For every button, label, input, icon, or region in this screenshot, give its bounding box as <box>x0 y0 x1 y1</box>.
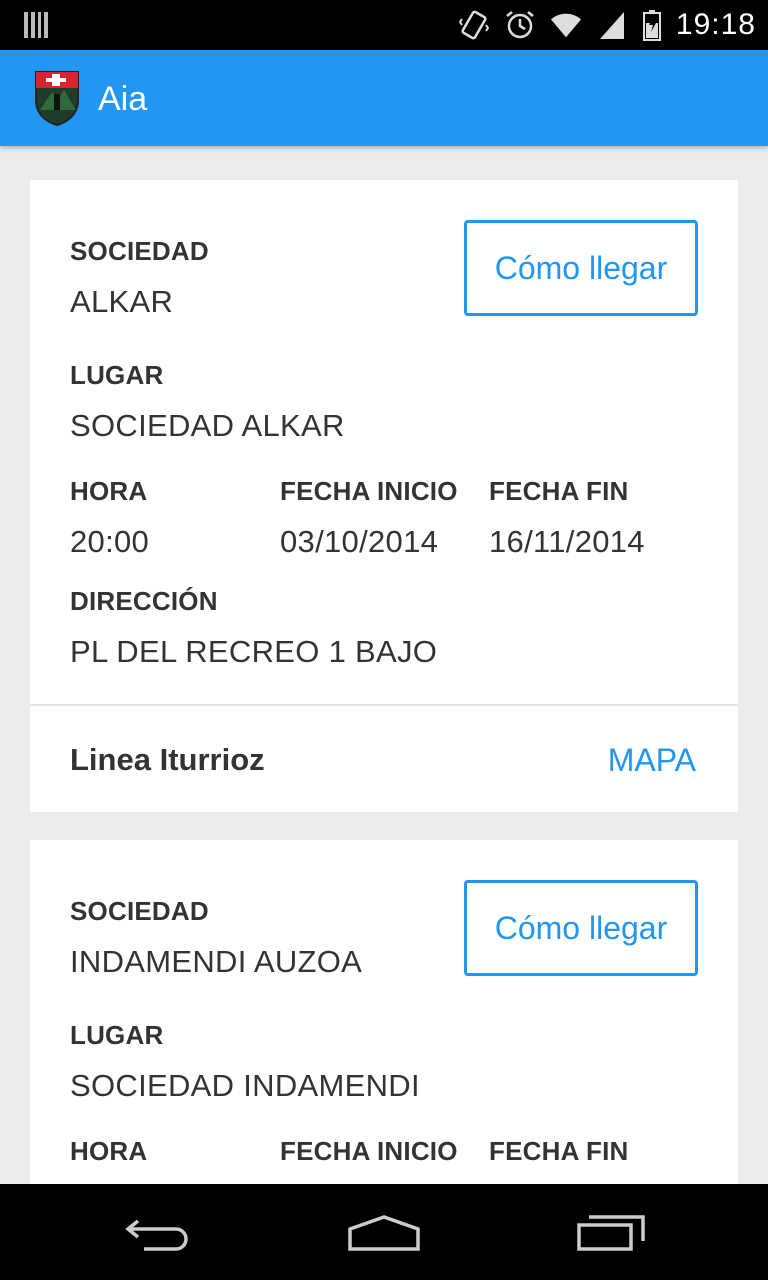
fecha-fin-label: FECHA FIN <box>489 476 629 506</box>
sociedad-label: SOCIEDAD <box>70 896 209 926</box>
fecha-inicio-value: 03/10/2014 <box>280 524 439 559</box>
status-icons: 19:18 <box>458 8 756 42</box>
back-icon[interactable] <box>114 1208 204 1258</box>
como-llegar-button[interactable]: Cómo llegar <box>464 880 698 976</box>
storage-icon <box>24 12 48 38</box>
mapa-button[interactable]: MAPA <box>608 742 696 779</box>
app-bar: Aia <box>0 50 768 146</box>
fecha-inicio-label: FECHA INICIO <box>280 476 458 506</box>
lugar-value: SOCIEDAD ALKAR <box>70 408 345 443</box>
lugar-label: LUGAR <box>70 1020 164 1050</box>
wifi-icon <box>550 9 582 41</box>
vibrate-icon <box>458 9 490 41</box>
hora-value: 20:00 <box>70 524 150 559</box>
como-llegar-button[interactable]: Cómo llegar <box>464 220 698 316</box>
direccion-label: DIRECCIÓN <box>70 586 218 616</box>
sociedad-value: ALKAR <box>70 284 174 319</box>
aia-coat-of-arms-icon[interactable] <box>34 70 80 127</box>
status-bar: 19:18 <box>0 0 768 50</box>
lugar-value: SOCIEDAD INDAMENDI <box>70 1068 420 1103</box>
fecha-fin-label: FECHA FIN <box>489 1136 629 1166</box>
battery-icon <box>642 9 662 41</box>
hora-label: HORA <box>70 476 148 506</box>
fecha-inicio-label: FECHA INICIO <box>280 1136 458 1166</box>
event-card: SOCIEDAD INDAMENDI AUZOA Cómo llegar LUG… <box>30 840 738 1184</box>
navigation-bar <box>0 1184 768 1280</box>
direccion-value: PL DEL RECREO 1 BAJO <box>70 634 438 669</box>
sociedad-label: SOCIEDAD <box>70 236 209 266</box>
clock-time: 19:18 <box>675 8 756 41</box>
hora-label: HORA <box>70 1136 148 1166</box>
linea-label: Linea Iturrioz <box>70 742 265 777</box>
home-icon[interactable] <box>339 1208 429 1258</box>
fecha-fin-value: 16/11/2014 <box>489 524 645 559</box>
sociedad-value: INDAMENDI AUZOA <box>70 944 363 979</box>
lugar-label: LUGAR <box>70 360 164 390</box>
signal-icon <box>596 9 628 41</box>
app-title: Aia <box>98 80 148 118</box>
content-list[interactable]: SOCIEDAD ALKAR Cómo llegar LUGAR SOCIEDA… <box>0 146 768 1184</box>
event-card: SOCIEDAD ALKAR Cómo llegar LUGAR SOCIEDA… <box>30 180 738 812</box>
recent-apps-icon[interactable] <box>566 1208 656 1258</box>
card-divider <box>30 704 738 706</box>
alarm-icon <box>504 9 536 41</box>
